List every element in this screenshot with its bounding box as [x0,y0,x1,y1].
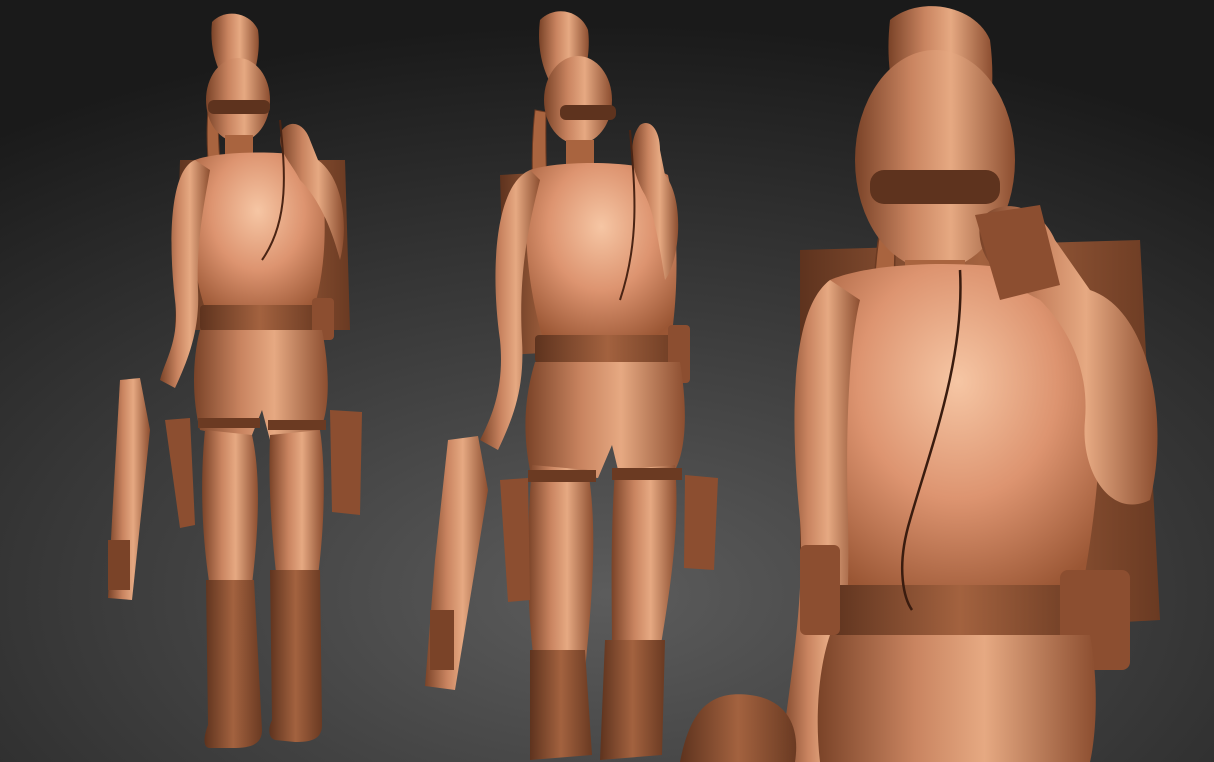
belt [535,335,680,363]
belt [830,585,1090,635]
sunglasses [208,100,270,114]
right-boot [600,640,665,760]
figure-front-view [108,13,362,748]
figure-close-up-view [680,6,1160,762]
thigh-holster [165,418,195,528]
left-leg [202,430,258,600]
thigh-strap [268,420,326,430]
thigh-holster [330,410,362,515]
left-boot [530,650,592,760]
thigh-holster [500,478,530,602]
belt [200,305,320,331]
right-boot [269,570,322,742]
belt-pouch [800,545,840,635]
shotgun-grip [680,694,797,762]
sunglasses [870,170,1000,204]
sunglasses [560,105,616,120]
sculpt-viewport [0,0,1214,762]
thigh-strap [198,418,260,428]
head [544,56,612,144]
shotgun-pump [108,540,130,590]
shorts [817,635,1096,762]
thigh-strap [528,470,596,482]
right-leg [269,430,324,590]
shotgun-pump [430,610,454,670]
left-boot [204,580,262,748]
left-leg [528,465,594,670]
